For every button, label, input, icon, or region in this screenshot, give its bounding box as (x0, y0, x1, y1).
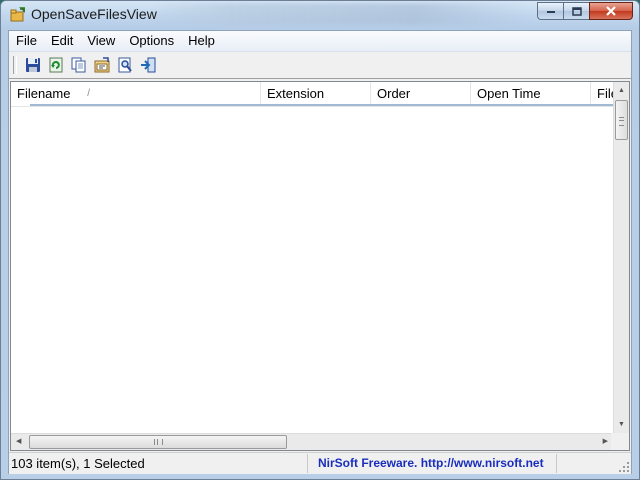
maximize-icon (571, 6, 582, 16)
status-bar: 103 item(s), 1 Selected NirSoft Freeware… (9, 452, 631, 474)
close-icon (606, 6, 616, 16)
exit-button[interactable] (136, 54, 159, 76)
scroll-up-arrow-icon[interactable]: ▲ (618, 87, 625, 94)
nirsoft-link[interactable]: NirSoft Freeware. http://www.nirsoft.net (308, 454, 544, 473)
title-bar-glass (151, 3, 531, 25)
column-header-order[interactable]: Order (371, 82, 471, 106)
column-header-label: Extension (267, 86, 325, 101)
menu-edit[interactable]: Edit (44, 31, 80, 51)
scroll-left-arrow-icon[interactable]: ◀ (16, 438, 21, 445)
exit-icon (140, 57, 155, 73)
column-header-label: Open Time (477, 86, 541, 101)
column-header-label: Filename (17, 86, 71, 101)
maximize-button[interactable] (563, 2, 589, 20)
grip-icon (619, 117, 624, 126)
minimize-button[interactable] (537, 2, 563, 20)
save-icon (25, 58, 40, 72)
caption-buttons (537, 2, 633, 21)
column-header-label: Order (377, 86, 411, 101)
focus-indicator (30, 104, 615, 106)
horizontal-scrollbar[interactable]: ◀ ▶ (11, 433, 613, 450)
status-item-count: 103 item(s), 1 Selected (9, 454, 308, 473)
column-header-open-time[interactable]: Open Time (471, 82, 591, 106)
close-button[interactable] (589, 2, 633, 20)
sort-indicator: / (87, 88, 90, 99)
properties-button[interactable] (90, 54, 113, 76)
find-button[interactable] (113, 54, 136, 76)
find-icon (118, 57, 132, 73)
copy-button[interactable] (67, 54, 90, 76)
copy-icon (71, 57, 85, 73)
resize-grip-icon[interactable] (619, 462, 629, 472)
vertical-scrollbar[interactable]: ▲ ▼ (613, 82, 629, 433)
properties-icon (94, 57, 109, 73)
grip-icon (154, 439, 163, 445)
scroll-down-arrow-icon[interactable]: ▼ (618, 421, 625, 428)
horizontal-scroll-thumb[interactable] (29, 435, 287, 449)
file-list[interactable]: Filename / Extension Order Open Time Fil… (10, 81, 630, 451)
column-header-extension[interactable]: Extension (261, 82, 371, 106)
title-bar[interactable]: OpenSaveFilesView (1, 1, 639, 29)
window-title: OpenSaveFilesView (31, 6, 157, 22)
vertical-scroll-thumb[interactable] (615, 100, 628, 140)
main-window: OpenSaveFilesView File Edit View Options… (0, 0, 640, 480)
scrollbar-corner (611, 433, 629, 450)
toolbar (9, 52, 631, 79)
menu-view[interactable]: View (80, 31, 122, 51)
refresh-button[interactable] (44, 54, 67, 76)
save-button[interactable] (21, 54, 44, 76)
menu-file[interactable]: File (9, 31, 44, 51)
minimize-icon (546, 11, 555, 13)
toolbar-grip[interactable] (13, 56, 17, 74)
column-header-file[interactable]: File (591, 82, 615, 106)
app-folder-icon (10, 7, 25, 22)
column-header-filename[interactable]: Filename / (11, 82, 261, 106)
menu-help[interactable]: Help (181, 31, 222, 51)
list-header: Filename / Extension Order Open Time Fil… (11, 82, 615, 107)
refresh-icon (49, 57, 62, 73)
client-area: File Edit View Options Help Filename / E… (8, 30, 632, 474)
scroll-right-arrow-icon[interactable]: ▶ (603, 438, 608, 445)
menu-options[interactable]: Options (122, 31, 181, 51)
menu-bar: File Edit View Options Help (9, 31, 631, 52)
